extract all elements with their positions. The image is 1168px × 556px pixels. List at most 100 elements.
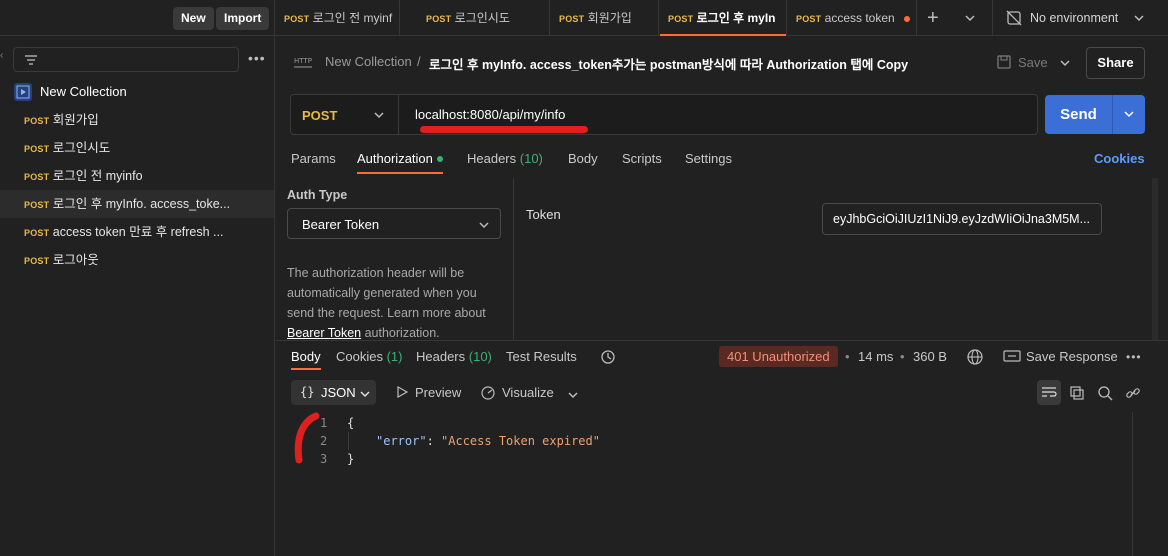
more-options-icon[interactable]: •••	[248, 50, 266, 66]
tab-label: 로그인시도	[454, 11, 510, 25]
scrollbar[interactable]	[1152, 178, 1158, 340]
play-icon	[396, 385, 409, 401]
indent-guide	[348, 432, 349, 450]
cookies-link[interactable]: Cookies	[1094, 151, 1145, 166]
send-button[interactable]: Send	[1045, 95, 1112, 134]
collection-icon	[14, 83, 32, 101]
tab-login-before-myinfo[interactable]: POST 로그인 전 myinf	[276, 0, 400, 36]
code-line: }	[347, 452, 355, 466]
tabs-dropdown-chevron-icon[interactable]	[963, 12, 977, 24]
url-bar: POST localhost:8080/api/my/info	[290, 94, 1038, 135]
environment-label: No environment	[1030, 11, 1119, 25]
tab-login-attempt[interactable]: POST 로그인시도	[418, 0, 550, 36]
json-value: "Access Token expired"	[441, 434, 600, 448]
auth-type-select[interactable]: Bearer Token	[287, 208, 501, 239]
copy-icon[interactable]	[1069, 385, 1085, 404]
sidebar: ‹ ••• New Collection POST 회원가입 POST 로그인시…	[0, 36, 275, 556]
save-dropdown-chevron-icon[interactable]	[1058, 58, 1072, 73]
tab-login-after-myinfo[interactable]: POST 로그인 후 myIn	[660, 0, 787, 36]
save-response-icon	[1003, 349, 1021, 366]
method-badge: POST	[24, 116, 50, 126]
collapse-arrow-icon[interactable]: ‹	[0, 50, 3, 61]
response-tab-cookies[interactable]: Cookies (1)	[336, 349, 402, 364]
tab-label: 로그인 전 myinf	[312, 11, 393, 25]
tab-access-token[interactable]: POST access token	[788, 0, 917, 36]
sidebar-filter-input[interactable]	[13, 47, 239, 72]
svg-text:HTTP: HTTP	[294, 57, 312, 65]
tab-body[interactable]: Body	[568, 151, 598, 166]
sidebar-item-signup[interactable]: POST 회원가입	[0, 106, 274, 134]
response-body-viewer[interactable]: 1 { 2 "error": "Access Token expired" 3 …	[276, 412, 1134, 556]
method-label: POST	[302, 108, 338, 123]
tab-label: 회원가입	[587, 11, 632, 25]
divider	[513, 178, 514, 340]
tab-label: Headers	[467, 151, 517, 166]
braces-icon: {}	[300, 385, 315, 399]
tab-label: access token	[824, 11, 895, 25]
top-bar: New Import POST 로그인 전 myinf POST 로그인시도 P…	[0, 0, 1168, 36]
environment-selector[interactable]: No environment	[1004, 0, 1164, 36]
link-icon[interactable]	[1125, 385, 1141, 404]
format-label: JSON	[321, 385, 356, 400]
scrollbar[interactable]	[1132, 412, 1144, 556]
tab-signup[interactable]: POST 회원가입	[551, 0, 659, 36]
breadcrumb-collection[interactable]: New Collection	[325, 54, 412, 69]
sidebar-item-label: access token 만료 후 refresh ...	[52, 225, 224, 239]
token-label: Token	[526, 207, 561, 222]
method-selector[interactable]: POST	[291, 95, 399, 134]
save-response-button[interactable]: Save Response	[1026, 349, 1118, 364]
add-tab-icon[interactable]: +	[927, 7, 945, 29]
sidebar-item-label: 회원가입	[52, 113, 99, 127]
tab-params[interactable]: Params	[291, 151, 336, 166]
tab-settings[interactable]: Settings	[685, 151, 732, 166]
annotation-mark	[294, 412, 320, 464]
token-input[interactable]: eyJhbGciOiJIUzI1NiJ9.eyJzdWIiOiJna3M5M..…	[822, 203, 1102, 235]
save-button[interactable]: Save	[1018, 55, 1048, 70]
import-button[interactable]: Import	[216, 7, 270, 30]
globe-icon[interactable]	[966, 348, 984, 369]
response-size[interactable]: 360 B	[913, 349, 947, 364]
auth-help-text: The authorization header will be automat…	[287, 263, 501, 343]
chevron-down-icon	[478, 219, 490, 234]
visualize-dropdown-chevron-icon[interactable]	[567, 389, 579, 404]
breadcrumb-separator: /	[417, 54, 421, 69]
method-badge: POST	[426, 14, 452, 24]
sidebar-item-login-after-myinfo[interactable]: POST 로그인 후 myInfo. access_toke...	[0, 190, 274, 218]
sidebar-item-login-attempt[interactable]: POST 로그인시도	[0, 134, 274, 162]
sidebar-item-label: 로그인 전 myinfo	[52, 169, 143, 183]
response-tab-test-results[interactable]: Test Results	[506, 349, 577, 364]
authorization-active-dot-icon	[437, 156, 443, 162]
format-selector[interactable]: {} JSON	[291, 380, 376, 405]
method-badge: POST	[24, 228, 50, 238]
sidebar-item-logout[interactable]: POST 로그아웃	[0, 246, 274, 274]
request-title[interactable]: 로그인 후 myInfo. access_token추가는 postman방식에…	[429, 54, 908, 73]
send-options-chevron-icon[interactable]	[1113, 95, 1145, 134]
history-icon[interactable]	[600, 349, 616, 368]
more-options-icon[interactable]: •••	[1126, 350, 1142, 364]
sidebar-item-label: 로그인시도	[52, 141, 111, 155]
no-environment-icon	[1006, 10, 1022, 29]
collection-name[interactable]: New Collection	[40, 84, 127, 99]
response-time[interactable]: 14 ms	[858, 349, 893, 364]
tab-headers[interactable]: Headers (10)	[467, 151, 543, 166]
json-key: "error"	[376, 434, 427, 448]
sidebar-item-login-before-myinfo[interactable]: POST 로그인 전 myinfo	[0, 162, 274, 190]
tab-scripts[interactable]: Scripts	[622, 151, 662, 166]
separator-dot: •	[845, 349, 850, 364]
response-tab-headers[interactable]: Headers (10)	[416, 349, 492, 364]
cookies-count: (1)	[386, 349, 403, 364]
auth-type-value: Bearer Token	[302, 217, 380, 232]
method-badge: POST	[24, 200, 50, 210]
status-badge[interactable]: 401 Unauthorized	[719, 346, 838, 367]
bearer-token-link[interactable]: Bearer Token	[287, 326, 361, 340]
new-button[interactable]: New	[173, 7, 214, 30]
visualize-button[interactable]: Visualize	[502, 385, 554, 400]
wrap-lines-icon[interactable]	[1037, 380, 1061, 405]
share-button[interactable]: Share	[1086, 47, 1145, 79]
preview-button[interactable]: Preview	[415, 385, 461, 400]
search-icon[interactable]	[1097, 385, 1113, 404]
sidebar-item-access-token-refresh[interactable]: POST access token 만료 후 refresh ...	[0, 218, 274, 246]
response-tab-body[interactable]: Body	[291, 349, 321, 364]
tab-authorization[interactable]: Authorization	[357, 151, 433, 166]
url-input[interactable]: localhost:8080/api/my/info	[415, 107, 565, 122]
